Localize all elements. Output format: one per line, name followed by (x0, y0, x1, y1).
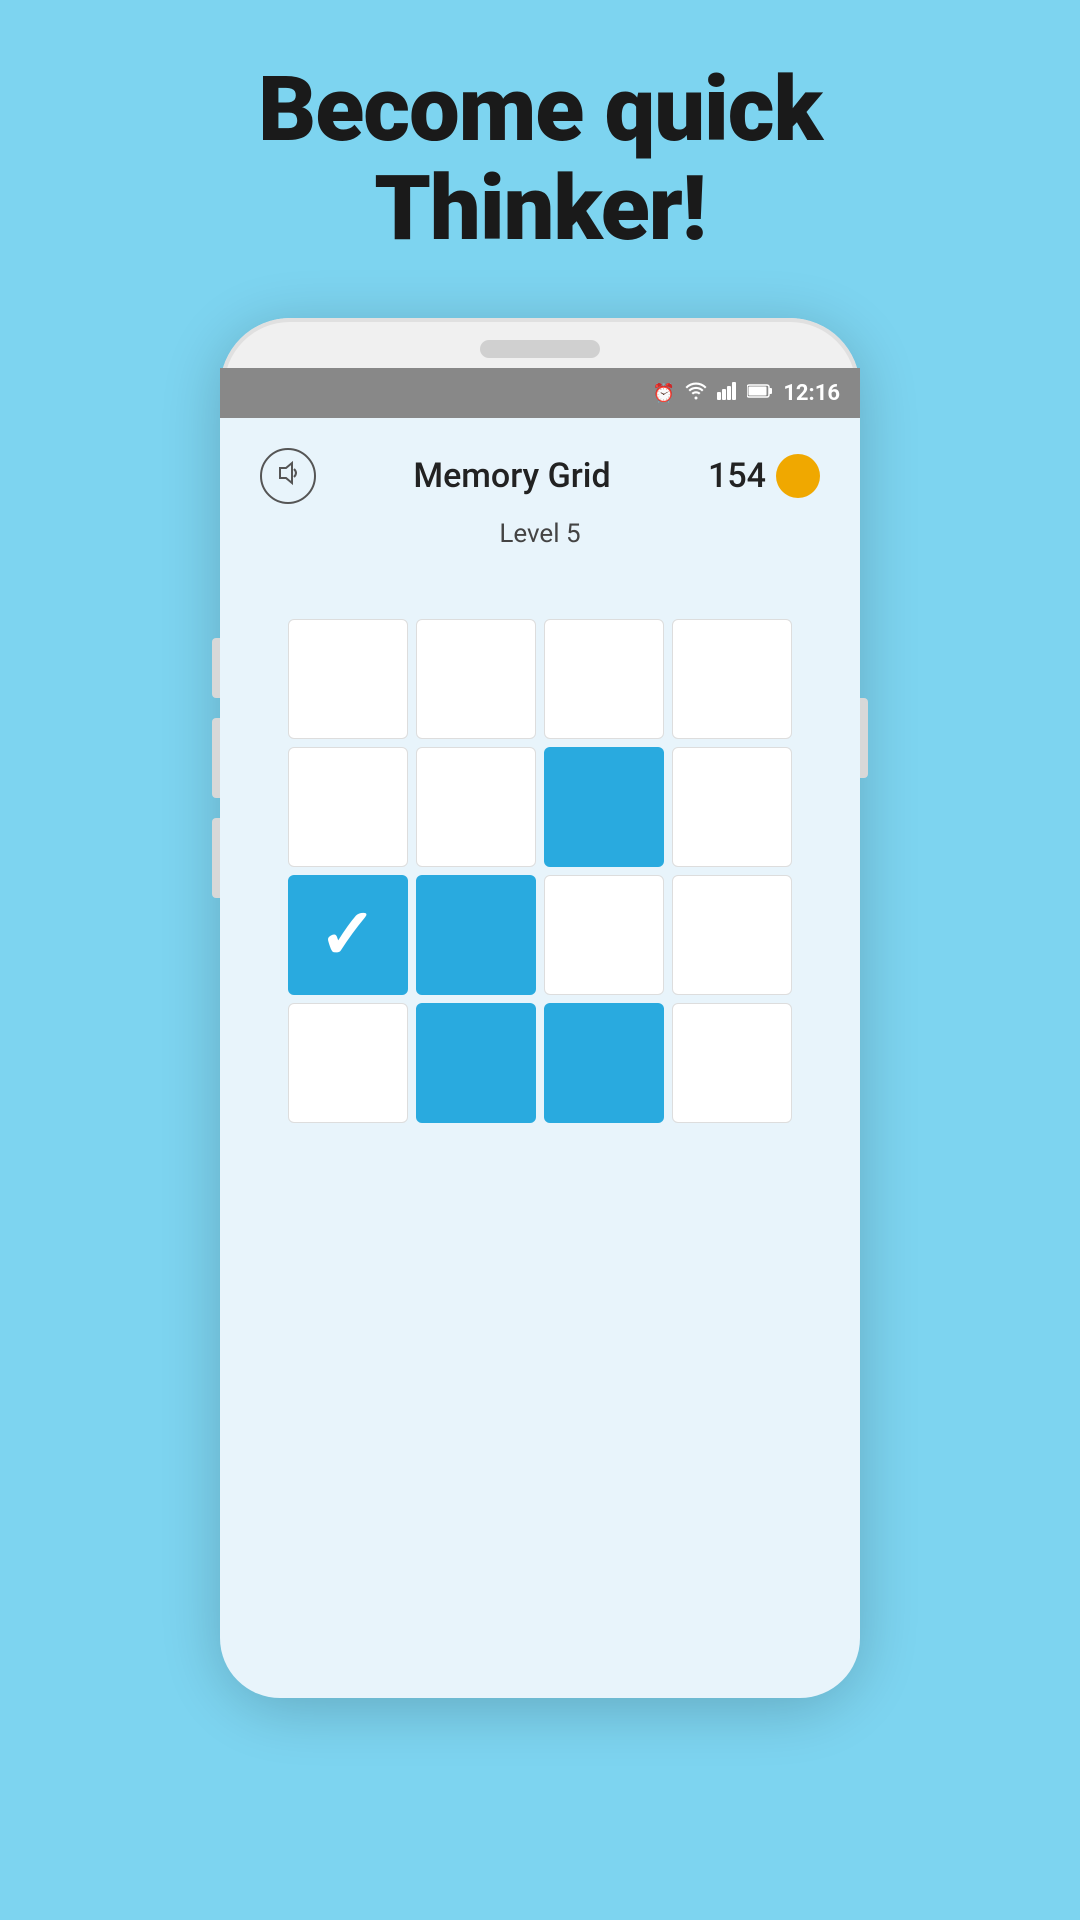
status-bar: ⏰ 12:16 (220, 368, 860, 418)
alarm-icon: ⏰ (653, 383, 675, 404)
app-header: Memory Grid 154 (240, 438, 840, 514)
phone-power-button (860, 698, 868, 778)
grid-cell[interactable] (544, 619, 664, 739)
headline: Become quick Thinker! (258, 60, 822, 258)
sound-icon (274, 459, 302, 494)
app-title: Memory Grid (413, 456, 610, 496)
grid-cell[interactable] (672, 747, 792, 867)
grid-cell[interactable] (544, 747, 664, 867)
phone-volume-up (212, 718, 220, 798)
phone-mockup: ⏰ 12:16 (220, 318, 860, 1698)
grid-cell[interactable] (672, 1003, 792, 1123)
wifi-icon (685, 382, 707, 405)
phone-volume-down (212, 818, 220, 898)
sound-button[interactable] (260, 448, 316, 504)
grid-cell[interactable] (416, 1003, 536, 1123)
grid-cell[interactable] (672, 875, 792, 995)
app-content: Memory Grid 154 Level 5 ✓ (220, 418, 860, 1698)
grid-cell[interactable] (416, 619, 536, 739)
battery-icon (747, 383, 773, 404)
phone-volume-silent (212, 638, 220, 698)
grid-cell[interactable] (544, 1003, 664, 1123)
phone-speaker (480, 340, 600, 358)
grid-cell[interactable] (416, 747, 536, 867)
memory-grid: ✓ (288, 619, 792, 1123)
coin-area: 154 (708, 454, 820, 498)
headline-line1: Become quick (258, 60, 822, 159)
grid-cell[interactable] (672, 619, 792, 739)
grid-cell[interactable] (288, 619, 408, 739)
grid-cell[interactable] (544, 875, 664, 995)
grid-cell[interactable] (416, 875, 536, 995)
coin-count: 154 (708, 456, 766, 496)
grid-cell[interactable]: ✓ (288, 875, 408, 995)
signal-icon (717, 382, 737, 405)
level-label: Level 5 (499, 519, 580, 549)
coin-icon (776, 454, 820, 498)
checkmark-icon: ✓ (319, 900, 378, 970)
headline-line2: Thinker! (258, 159, 822, 258)
status-time: 12:16 (783, 381, 840, 406)
grid-cell[interactable] (288, 747, 408, 867)
grid-cell[interactable] (288, 1003, 408, 1123)
